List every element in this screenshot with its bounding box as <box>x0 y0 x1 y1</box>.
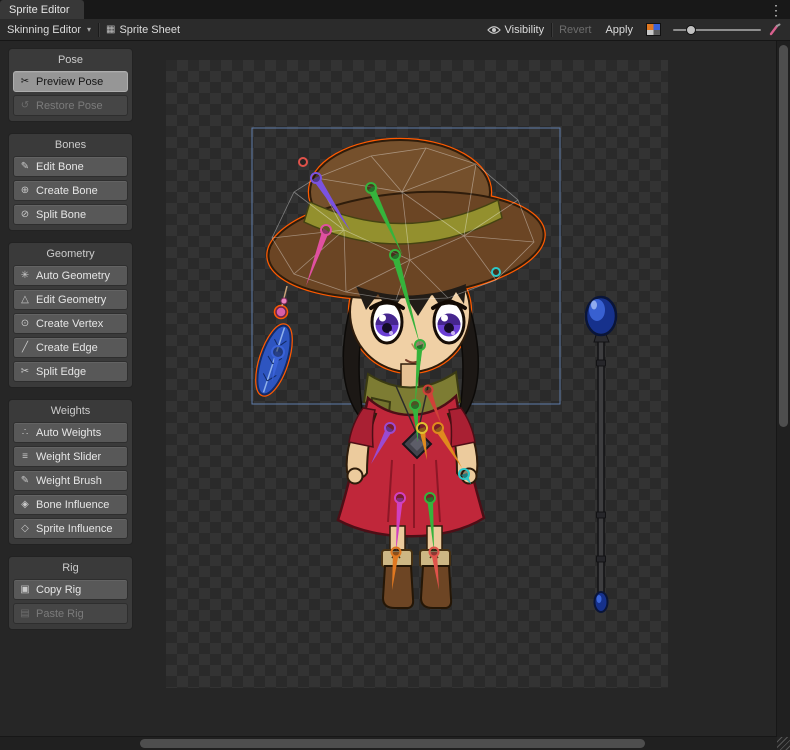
create-vertex-button[interactable]: ⊙ Create Vertex <box>13 313 128 334</box>
toolbar: Skinning Editor ▾ ▦ Sprite Sheet Visibil… <box>0 19 790 41</box>
staff-sprite[interactable] <box>586 297 616 612</box>
sprite-influence-button[interactable]: ◇ Sprite Influence <box>13 518 128 539</box>
resize-grip[interactable] <box>777 737 790 750</box>
panel-geometry: Geometry ✳ Auto Geometry △ Edit Geometry… <box>8 242 133 388</box>
button-label: Auto Weights <box>36 427 101 439</box>
zoom-slider[interactable] <box>673 19 761 40</box>
auto-weights-button[interactable]: ∴ Auto Weights <box>13 422 128 443</box>
kebab-menu-icon[interactable]: ⋮ <box>769 1 783 19</box>
button-label: Create Vertex <box>36 318 103 330</box>
overlay-color-icon[interactable] <box>646 23 661 36</box>
skinning-tool-sidebar: Pose ✂ Preview Pose ↺ Restore Pose Bones… <box>8 48 133 630</box>
button-label: Weight Brush <box>36 475 102 487</box>
button-label: Bone Influence <box>36 499 109 511</box>
panel-title: Weights <box>13 403 128 419</box>
button-label: Auto Geometry <box>36 270 110 282</box>
auto-weights-icon: ∴ <box>19 427 31 438</box>
button-label: Split Bone <box>36 209 86 221</box>
panel-rig: Rig ▣ Copy Rig ▤ Paste Rig <box>8 556 133 630</box>
button-label: Edit Geometry <box>36 294 106 306</box>
eye-icon <box>487 25 501 35</box>
skinning-editor-dropdown[interactable]: Skinning Editor ▾ <box>0 19 98 40</box>
edit-bone-button[interactable]: ✎ Edit Bone <box>13 156 128 177</box>
create-bone-button[interactable]: ⊕ Create Bone <box>13 180 128 201</box>
skinning-editor-label: Skinning Editor <box>7 24 81 36</box>
bone-influence-icon: ◈ <box>19 499 31 510</box>
paste-rig-button[interactable]: ▤ Paste Rig <box>13 603 128 624</box>
button-label: Preview Pose <box>36 76 103 88</box>
visibility-button[interactable]: Visibility <box>480 19 552 40</box>
panel-bones: Bones ✎ Edit Bone ⊕ Create Bone ⊘ Split … <box>8 133 133 231</box>
restore-pose-button[interactable]: ↺ Restore Pose <box>13 95 128 116</box>
weight-slider-button[interactable]: ≡ Weight Slider <box>13 446 128 467</box>
button-label: Copy Rig <box>36 584 81 596</box>
edit-bone-icon: ✎ <box>19 161 31 172</box>
edit-geometry-button[interactable]: △ Edit Geometry <box>13 289 128 310</box>
copy-rig-icon: ▣ <box>19 584 31 595</box>
create-edge-icon: ╱ <box>19 342 31 353</box>
panel-title: Bones <box>13 137 128 153</box>
copy-rig-button[interactable]: ▣ Copy Rig <box>13 579 128 600</box>
button-label: Create Edge <box>36 342 98 354</box>
apply-label: Apply <box>605 24 633 36</box>
restore-pose-icon: ↺ <box>19 100 31 111</box>
sprite-canvas[interactable] <box>166 60 668 688</box>
vertical-scrollbar-thumb[interactable] <box>779 45 788 427</box>
preview-pose-icon: ✂ <box>19 76 31 87</box>
split-edge-icon: ✂ <box>19 366 31 377</box>
chevron-down-icon: ▾ <box>87 25 91 34</box>
panel-title: Geometry <box>13 246 128 262</box>
weight-slider-icon: ≡ <box>19 451 31 462</box>
panel-title: Pose <box>13 52 128 68</box>
paste-rig-icon: ▤ <box>19 608 31 619</box>
sprite-sheet-icon: ▦ <box>106 24 115 35</box>
weight-brush-button[interactable]: ✎ Weight Brush <box>13 470 128 491</box>
apply-button[interactable]: Apply <box>598 19 640 40</box>
vertical-scrollbar[interactable] <box>776 41 790 737</box>
visibility-label: Visibility <box>505 24 545 36</box>
button-label: Sprite Influence <box>36 523 112 535</box>
auto-geometry-button[interactable]: ✳ Auto Geometry <box>13 265 128 286</box>
bone-influence-button[interactable]: ◈ Bone Influence <box>13 494 128 515</box>
window-tab-bar: Sprite Editor ⋮ <box>0 0 790 19</box>
create-edge-button[interactable]: ╱ Create Edge <box>13 337 128 358</box>
sprite-influence-icon: ◇ <box>19 523 31 534</box>
revert-label: Revert <box>559 24 591 36</box>
revert-button[interactable]: Revert <box>552 19 598 40</box>
toolbar-right-group: Visibility Revert Apply <box>480 19 790 40</box>
brush-opacity-icon[interactable] <box>769 23 782 36</box>
edit-geometry-icon: △ <box>19 294 31 305</box>
panel-weights: Weights ∴ Auto Weights ≡ Weight Slider ✎… <box>8 399 133 545</box>
preview-pose-button[interactable]: ✂ Preview Pose <box>13 71 128 92</box>
brush-icon <box>769 23 782 36</box>
button-label: Edit Bone <box>36 161 84 173</box>
tab-label: Sprite Editor <box>9 4 70 16</box>
button-label: Split Edge <box>36 366 86 378</box>
button-label: Paste Rig <box>36 608 84 620</box>
zoom-slider-thumb[interactable] <box>686 25 696 35</box>
horizontal-scrollbar-thumb[interactable] <box>140 739 645 748</box>
panel-title: Rig <box>13 560 128 576</box>
weight-brush-icon: ✎ <box>19 475 31 486</box>
horizontal-scrollbar[interactable] <box>0 736 777 750</box>
button-label: Create Bone <box>36 185 98 197</box>
button-label: Restore Pose <box>36 100 103 112</box>
create-bone-icon: ⊕ <box>19 185 31 196</box>
create-vertex-icon: ⊙ <box>19 318 31 329</box>
sprite-sheet-button[interactable]: ▦ Sprite Sheet <box>99 19 187 40</box>
panel-pose: Pose ✂ Preview Pose ↺ Restore Pose <box>8 48 133 122</box>
tab-sprite-editor[interactable]: Sprite Editor <box>0 0 84 19</box>
auto-geometry-icon: ✳ <box>19 270 31 281</box>
split-edge-button[interactable]: ✂ Split Edge <box>13 361 128 382</box>
sprite-sheet-label: Sprite Sheet <box>119 24 180 36</box>
split-bone-button[interactable]: ⊘ Split Bone <box>13 204 128 225</box>
split-bone-icon: ⊘ <box>19 209 31 220</box>
button-label: Weight Slider <box>36 451 101 463</box>
